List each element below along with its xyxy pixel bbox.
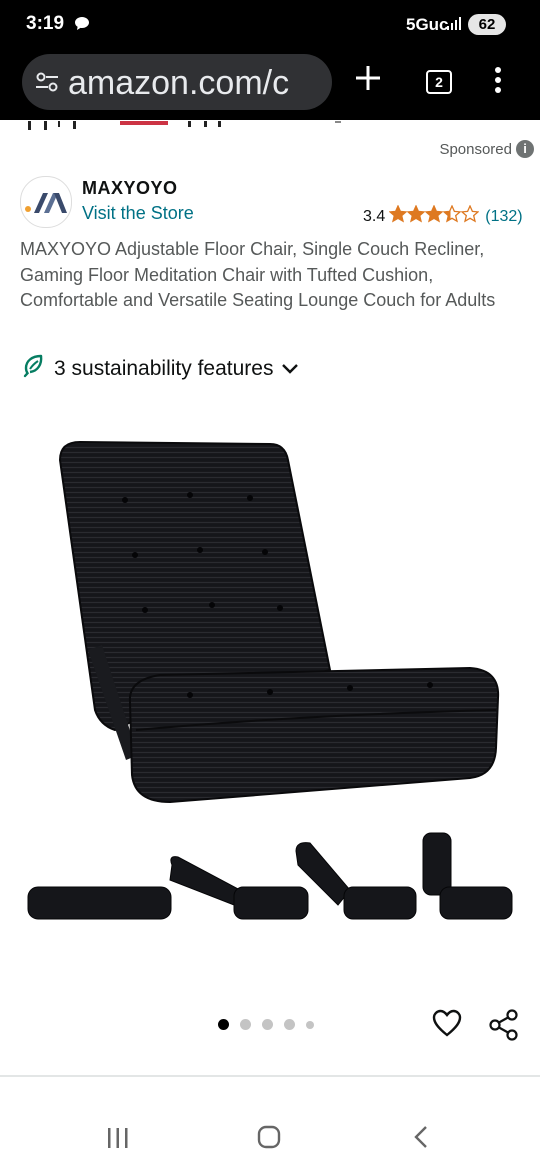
previous-content-peek [0, 120, 540, 130]
browser-toolbar: amazon.com/c 2 [0, 50, 540, 120]
rating-stars [388, 204, 480, 228]
new-tab-icon[interactable] [352, 62, 384, 99]
battery-indicator: 62 [468, 14, 506, 35]
carousel-dots[interactable] [218, 1019, 314, 1030]
status-time: 3:19 [26, 13, 65, 34]
star-icon [424, 204, 444, 228]
product-position-thumbnails [20, 825, 520, 930]
star-icon [460, 204, 480, 228]
carousel-dot[interactable] [240, 1019, 251, 1030]
share-icon[interactable] [489, 1009, 519, 1046]
more-options-icon[interactable] [494, 66, 502, 99]
url-text[interactable]: amazon.com/c [68, 64, 326, 103]
chat-notification-icon [74, 16, 90, 36]
section-divider [0, 1075, 540, 1077]
home-icon[interactable] [257, 1125, 281, 1154]
product-rating[interactable]: 3.4 (132) [363, 204, 523, 228]
sponsored-text: Sponsored [439, 140, 512, 158]
carousel-dot[interactable] [284, 1019, 295, 1030]
review-count[interactable]: (132) [485, 208, 522, 226]
tab-switcher-button[interactable]: 2 [426, 70, 452, 94]
back-icon[interactable] [412, 1125, 430, 1154]
brand-logo[interactable] [20, 176, 72, 228]
star-icon [442, 204, 462, 228]
sponsored-label[interactable]: Sponsored i [439, 140, 534, 158]
site-settings-icon[interactable] [34, 70, 60, 99]
carousel-dot[interactable] [218, 1019, 229, 1030]
address-bar[interactable]: amazon.com/c [22, 54, 332, 110]
chevron-down-icon [281, 357, 299, 381]
sustainability-label: 3 sustainability features [54, 357, 274, 380]
system-navigation-bar [0, 1100, 540, 1170]
carousel-dot[interactable] [306, 1020, 314, 1029]
signal-icon [446, 15, 462, 36]
leaf-icon [22, 354, 44, 384]
recent-apps-icon[interactable] [106, 1127, 130, 1154]
product-main-image[interactable] [40, 430, 510, 815]
heart-icon[interactable] [432, 1009, 462, 1042]
visit-store-link[interactable]: Visit the Store [82, 203, 194, 224]
star-icon [406, 204, 426, 228]
network-type: 5Guc [406, 15, 449, 34]
status-bar: 3:19 5Guc 62 [0, 0, 540, 50]
rating-value: 3.4 [363, 207, 386, 225]
star-icon [388, 204, 408, 228]
brand-name: MAXYOYO [82, 178, 178, 198]
info-icon[interactable]: i [516, 140, 534, 158]
product-title[interactable]: MAXYOYO Adjustable Floor Chair, Single C… [20, 237, 525, 314]
carousel-dot[interactable] [262, 1019, 273, 1030]
sustainability-features-toggle[interactable]: 3 sustainability features [22, 354, 299, 384]
